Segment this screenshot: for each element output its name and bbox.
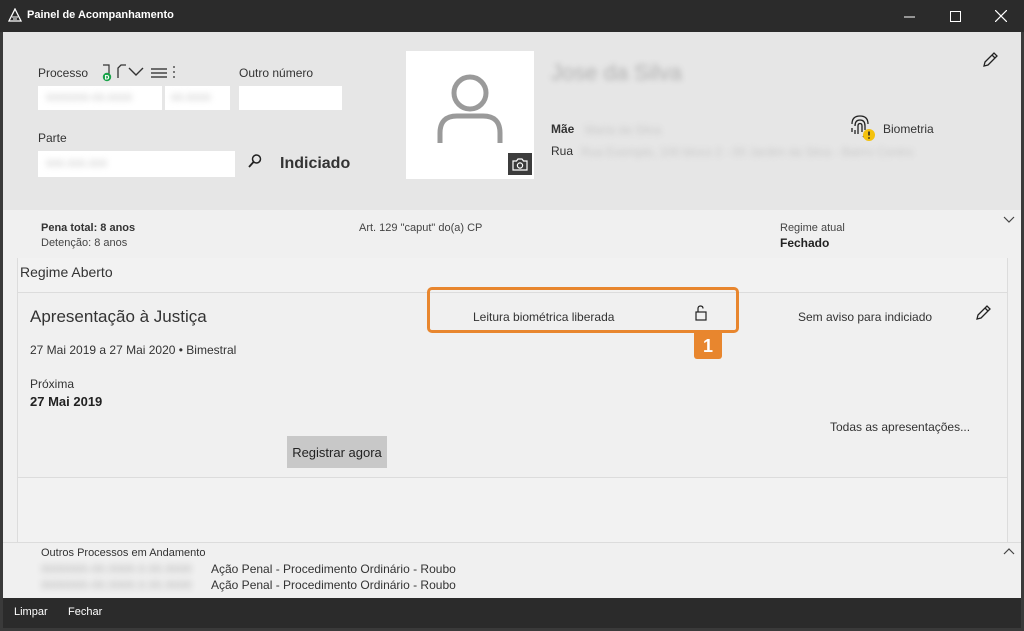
close-button[interactable] — [978, 0, 1024, 32]
pena-total: Pena total: 8 anos — [41, 222, 136, 234]
detencao: Detenção: 8 anos — [41, 237, 128, 249]
periodo: 27 Mai 2019 a 27 Mai 2020 • Bimestral — [30, 343, 237, 357]
title-bar: Painel de Acompanhamento — [0, 0, 1024, 32]
document-status-icon[interactable]: D — [100, 64, 114, 82]
rua-label: Rua — [551, 144, 574, 158]
window-title: Painel de Acompanhamento — [27, 9, 174, 21]
menu-icon[interactable] — [150, 67, 168, 79]
processo-suffix-value: 00.0000 — [171, 92, 211, 104]
person-name: Jose da Silva — [551, 60, 682, 85]
rua-value: Rua Exemplo, 100 bloco 2 - 00 Jardim da … — [581, 145, 914, 159]
proxima-label: Próxima — [30, 377, 75, 391]
highlight-callout — [427, 287, 739, 333]
outro-numero-input[interactable] — [239, 86, 342, 110]
biometria-label: Biometria — [883, 122, 934, 136]
edit-person-button[interactable] — [981, 51, 999, 69]
minimize-icon — [903, 16, 915, 17]
limpar-button[interactable]: Limpar — [14, 606, 48, 618]
parte-input[interactable]: 000.000.000 — [38, 151, 235, 177]
camera-icon — [512, 157, 528, 171]
sentence-summary: Pena total: 8 anos Detenção: 8 anos Art.… — [3, 212, 1021, 256]
minimize-button[interactable] — [886, 0, 932, 32]
outro-numero-label: Outro número — [239, 66, 314, 80]
document-edit-icon[interactable] — [116, 64, 128, 80]
maximize-button[interactable] — [932, 0, 978, 32]
user-avatar-icon — [437, 74, 503, 143]
processo-numero: 0000000-00.0000.0.00.0000 — [41, 578, 192, 592]
search-icon[interactable] — [247, 153, 263, 169]
outros-processos-panel: Outros Processos em Andamento 0000000-00… — [3, 542, 1021, 598]
more-options-icon[interactable] — [172, 65, 176, 79]
callout-number: 1 — [694, 333, 722, 359]
proxima-value: 27 Mai 2019 — [30, 394, 103, 409]
app-logo-icon — [8, 8, 22, 22]
processo-suffix-input[interactable]: 00.0000 — [165, 86, 230, 110]
main-window: Processo D 0000000-00.0000 00.0000 Outro… — [3, 32, 1021, 628]
close-icon — [995, 10, 1007, 22]
aviso-status: Sem aviso para indiciado — [798, 310, 933, 324]
indiciado-label: Indiciado — [280, 155, 351, 172]
list-item[interactable]: 0000000-00.0000.0.00.0000 Ação Penal - P… — [3, 577, 1021, 593]
artigo: Art. 129 "caput" do(a) CP — [359, 222, 483, 234]
processo-input[interactable]: 0000000-00.0000 — [38, 86, 162, 110]
regime-atual-label: Regime atual — [780, 222, 845, 234]
processo-value: 0000000-00.0000 — [46, 92, 133, 104]
list-item[interactable]: 0000000-00.0000.0.00.0000 Ação Penal - P… — [3, 561, 1021, 577]
registrar-agora-button[interactable]: Registrar agora — [287, 436, 387, 468]
header-panel: Processo D 0000000-00.0000 00.0000 Outro… — [3, 32, 1021, 210]
parte-value: 000.000.000 — [46, 158, 108, 170]
chevron-down-icon[interactable] — [128, 67, 144, 77]
mae-label: Mãe — [551, 122, 575, 136]
processo-descricao: Ação Penal - Procedimento Ordinário - Ro… — [211, 562, 456, 576]
camera-button[interactable] — [508, 153, 532, 175]
chevron-up-icon[interactable] — [1003, 547, 1015, 555]
regime-title: Regime Aberto — [20, 264, 113, 280]
footer-bar: Limpar Fechar — [3, 598, 1021, 628]
chevron-down-icon[interactable] — [1003, 216, 1015, 224]
edit-apresentacao-button[interactable] — [974, 304, 992, 322]
processo-descricao: Ação Penal - Procedimento Ordinário - Ro… — [211, 578, 456, 592]
processo-numero: 0000000-00.0000.0.00.0000 — [41, 562, 192, 576]
todas-apresentacoes-link[interactable]: Todas as apresentações... — [830, 420, 970, 434]
fingerprint-icon[interactable] — [846, 112, 876, 142]
mae-value: Maria da Silva — [585, 123, 662, 137]
outros-processos-title: Outros Processos em Andamento — [41, 547, 206, 559]
parte-label: Parte — [38, 131, 67, 145]
regime-atual-value: Fechado — [780, 236, 830, 250]
fechar-button[interactable]: Fechar — [68, 606, 102, 618]
processo-label: Processo — [38, 66, 89, 80]
svg-text:D: D — [105, 75, 110, 82]
card-title: Apresentação à Justiça — [30, 307, 207, 326]
maximize-icon — [949, 10, 961, 22]
